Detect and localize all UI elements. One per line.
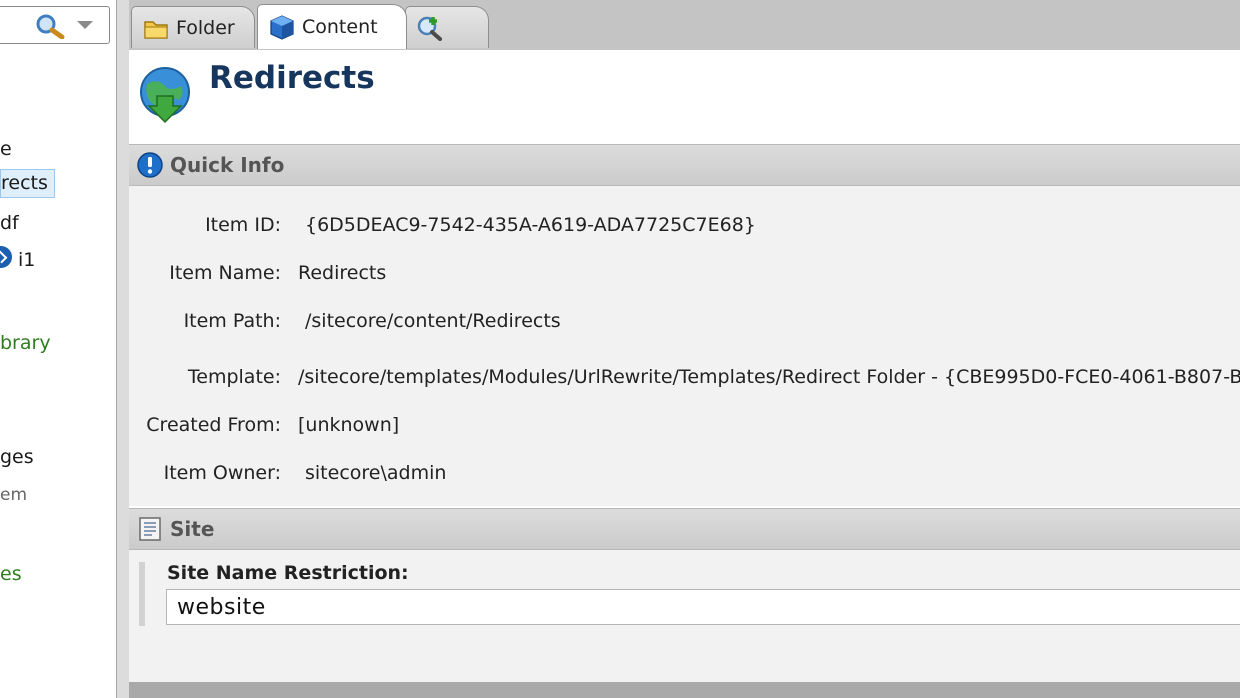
tab-content[interactable]: Content	[257, 4, 407, 49]
content-tree-pane: e rects df i1 brary ges em es	[0, 0, 117, 698]
item-id-label: Item ID:	[205, 214, 281, 236]
add-search-icon	[417, 16, 442, 41]
section-document-icon	[139, 517, 161, 541]
item-owner-label: Item Owner:	[163, 462, 281, 484]
tab-folder[interactable]: Folder	[131, 6, 255, 48]
globe-download-icon	[140, 67, 190, 124]
tree-item[interactable]: ges	[0, 446, 34, 468]
page-title: Redirects	[209, 60, 375, 96]
tree-item-redirects[interactable]: rects	[0, 169, 55, 198]
tree-item-label: rects	[0, 169, 55, 198]
item-name-label: Item Name:	[169, 262, 281, 284]
tab-label: Content	[302, 16, 378, 38]
created-from-label: Created From:	[146, 414, 281, 436]
tree-search-box[interactable]	[0, 6, 110, 44]
tree-item-label: es	[0, 563, 22, 585]
tree-item-label: brary	[0, 332, 51, 354]
editor-tab-bar: Folder Content	[129, 0, 1240, 51]
template-label: Template:	[187, 366, 281, 388]
quick-info-panel: Item ID: {6D5DEAC9-7542-435A-A619-ADA772…	[129, 186, 1240, 506]
site-section-panel: Site Name Restriction:	[129, 550, 1240, 682]
tree-item-label: e	[0, 138, 12, 160]
tree-item[interactable]: df	[0, 212, 19, 234]
template-value[interactable]: /sitecore/templates/Modules/UrlRewrite/T…	[298, 366, 1240, 388]
tab-label: Folder	[176, 16, 235, 39]
pane-splitter[interactable]	[116, 0, 130, 698]
created-from-value: [unknown]	[298, 414, 400, 436]
item-owner-value: sitecore\admin	[305, 462, 447, 484]
tree-item[interactable]: i1	[18, 249, 35, 271]
section-title: Quick Info	[170, 153, 285, 177]
tree-item[interactable]: em	[0, 485, 27, 505]
tree-item-label: em	[0, 485, 28, 505]
tree-item-label: df	[0, 212, 19, 234]
content-editor: Redirects Quick Info Item ID: {6D5DEAC9-…	[129, 50, 1240, 682]
item-path-label: Item Path:	[183, 310, 281, 332]
tree-item-label: ges	[0, 446, 34, 468]
tab-add-search[interactable]	[405, 6, 489, 48]
tree-item[interactable]: brary	[0, 332, 51, 354]
item-id-value[interactable]: {6D5DEAC9-7542-435A-A619-ADA7725C7E68}	[305, 214, 756, 236]
item-path-value: /sitecore/content/Redirects	[305, 310, 561, 332]
folder-icon	[144, 20, 168, 39]
bottom-status-bar	[129, 682, 1240, 698]
info-icon	[137, 152, 163, 178]
tree-item[interactable]: es	[0, 563, 22, 585]
tree-item[interactable]: e	[0, 138, 12, 160]
content-cube-icon	[270, 15, 294, 40]
section-title: Site	[170, 517, 215, 541]
field-marker	[139, 562, 145, 626]
tree-item-label: i1	[18, 249, 36, 271]
item-name-value: Redirects	[298, 262, 387, 284]
site-section-header[interactable]: Site	[129, 508, 1240, 550]
chevron-down-icon[interactable]	[77, 21, 93, 29]
item-node-icon	[0, 246, 12, 268]
quick-info-section-header[interactable]: Quick Info	[129, 144, 1240, 186]
site-name-restriction-input[interactable]	[166, 589, 1240, 625]
search-icon[interactable]	[33, 13, 67, 39]
site-name-restriction-label: Site Name Restriction:	[167, 562, 409, 584]
